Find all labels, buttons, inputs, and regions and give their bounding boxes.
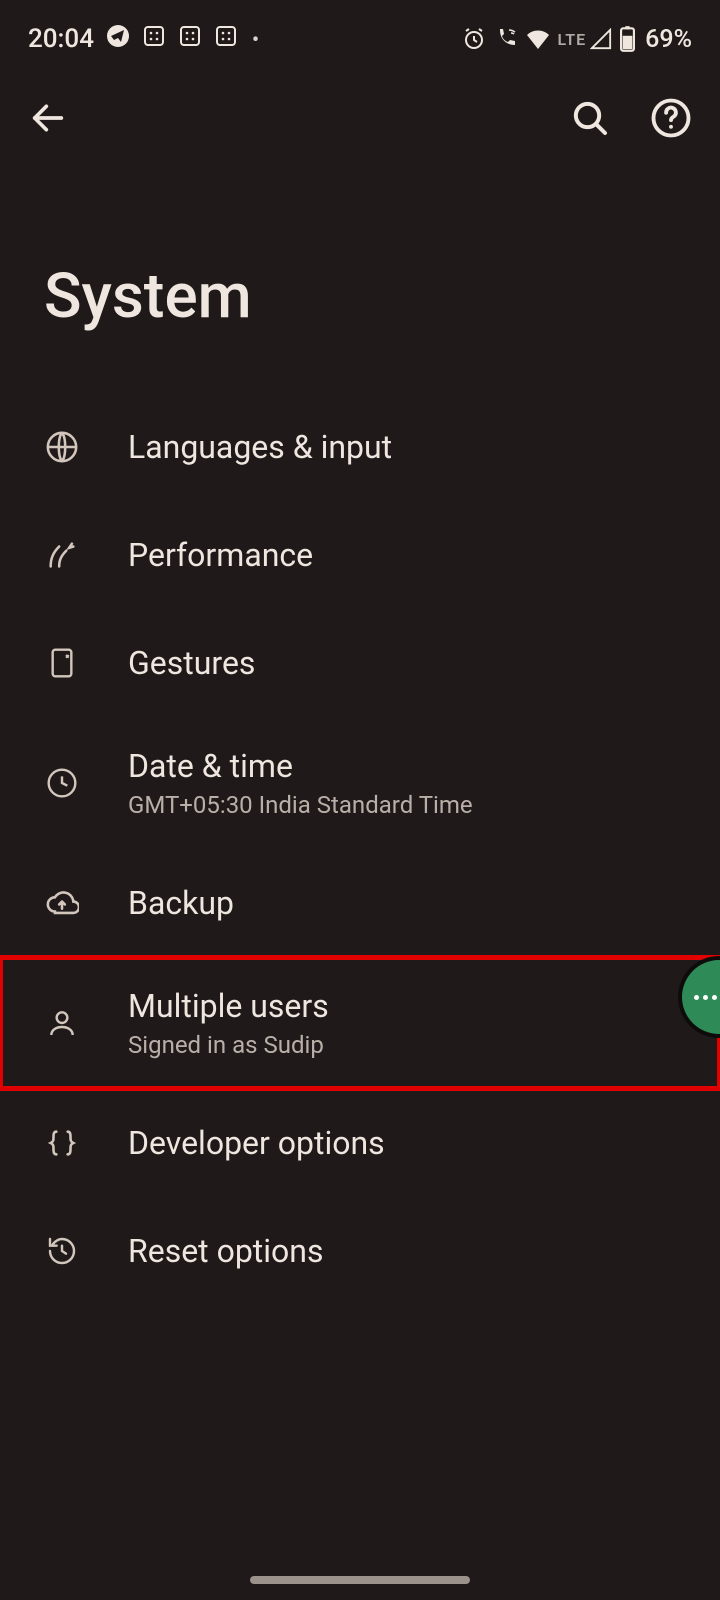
item-title: Performance xyxy=(128,536,313,574)
clock-icon xyxy=(44,765,80,801)
battery-icon xyxy=(620,26,635,52)
gesture-handle[interactable] xyxy=(250,1576,470,1584)
battery-percent: 69% xyxy=(645,25,692,54)
item-multiple-users[interactable]: Multiple users Signed in as Sudip xyxy=(0,957,720,1089)
cloud-upload-icon xyxy=(44,885,80,921)
status-bar: 20:04 • LTE 69% xyxy=(0,0,720,60)
item-developer-options[interactable]: Developer options xyxy=(0,1089,720,1197)
item-title: Developer options xyxy=(128,1124,385,1162)
globe-icon xyxy=(44,429,80,465)
notification-more-icon: • xyxy=(252,27,259,51)
gestures-icon xyxy=(44,645,80,681)
reset-icon xyxy=(44,1233,80,1269)
status-left: 20:04 • xyxy=(28,24,259,55)
item-subtitle: Signed in as Sudip xyxy=(128,1031,329,1059)
notification-icon-1 xyxy=(142,24,166,55)
item-reset-options[interactable]: Reset options xyxy=(0,1197,720,1305)
item-languages-input[interactable]: Languages & input xyxy=(0,393,720,501)
alarm-icon xyxy=(462,27,486,51)
settings-list: Languages & input Performance Gestures D… xyxy=(0,393,720,1305)
signal-icon xyxy=(590,28,612,50)
status-right: LTE 69% xyxy=(462,25,692,54)
item-title: Reset options xyxy=(128,1232,323,1270)
help-button[interactable] xyxy=(650,97,692,143)
item-title: Languages & input xyxy=(128,428,392,466)
item-title: Multiple users xyxy=(128,987,329,1025)
item-title: Date & time xyxy=(128,747,473,785)
wifi-icon xyxy=(526,28,550,50)
item-performance[interactable]: Performance xyxy=(0,501,720,609)
telegram-icon xyxy=(106,24,130,55)
item-gestures[interactable]: Gestures xyxy=(0,609,720,717)
page-title: System xyxy=(0,150,720,393)
item-backup[interactable]: Backup xyxy=(0,849,720,957)
app-bar xyxy=(0,60,720,150)
wifi-calling-icon xyxy=(494,27,518,51)
notification-icon-3 xyxy=(214,24,238,55)
network-type: LTE xyxy=(558,30,587,49)
braces-icon xyxy=(44,1125,80,1161)
search-button[interactable] xyxy=(570,98,610,142)
item-title: Backup xyxy=(128,884,234,922)
item-date-time[interactable]: Date & time GMT+05:30 India Standard Tim… xyxy=(0,717,720,849)
person-icon xyxy=(44,1005,80,1041)
item-title: Gestures xyxy=(128,644,255,682)
status-time: 20:04 xyxy=(28,24,94,54)
notification-icon-2 xyxy=(178,24,202,55)
back-button[interactable] xyxy=(28,98,68,142)
performance-icon xyxy=(44,537,80,573)
item-subtitle: GMT+05:30 India Standard Time xyxy=(128,791,473,819)
